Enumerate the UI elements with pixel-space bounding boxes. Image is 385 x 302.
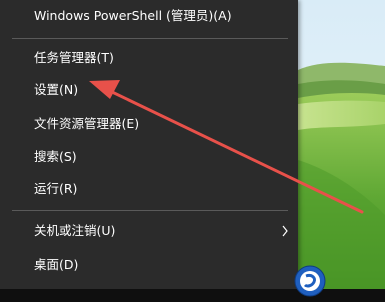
blue-circle-app-icon[interactable] [293,264,327,298]
menu-item-run[interactable]: 运行(R) [0,174,298,204]
chevron-right-icon [281,216,289,246]
menu-item-powershell-admin[interactable]: Windows PowerShell (管理员)(A) [0,1,298,31]
menu-item-settings[interactable]: 设置(N) [0,75,298,105]
menu-item-label: 关机或注销(U) [34,223,116,238]
menu-item-search[interactable]: 搜索(S) [0,142,298,172]
menu-item-shutdown-signout[interactable]: 关机或注销(U) [0,216,298,246]
menu-separator [12,38,288,39]
menu-item-task-manager[interactable]: 任务管理器(T) [0,43,298,73]
winx-context-menu: Windows PowerShell (管理员)(A) 任务管理器(T) 设置(… [0,0,298,289]
menu-separator [12,210,288,211]
taskbar [0,289,385,302]
menu-item-file-explorer[interactable]: 文件资源管理器(E) [0,109,298,139]
menu-item-desktop[interactable]: 桌面(D) [0,250,298,280]
